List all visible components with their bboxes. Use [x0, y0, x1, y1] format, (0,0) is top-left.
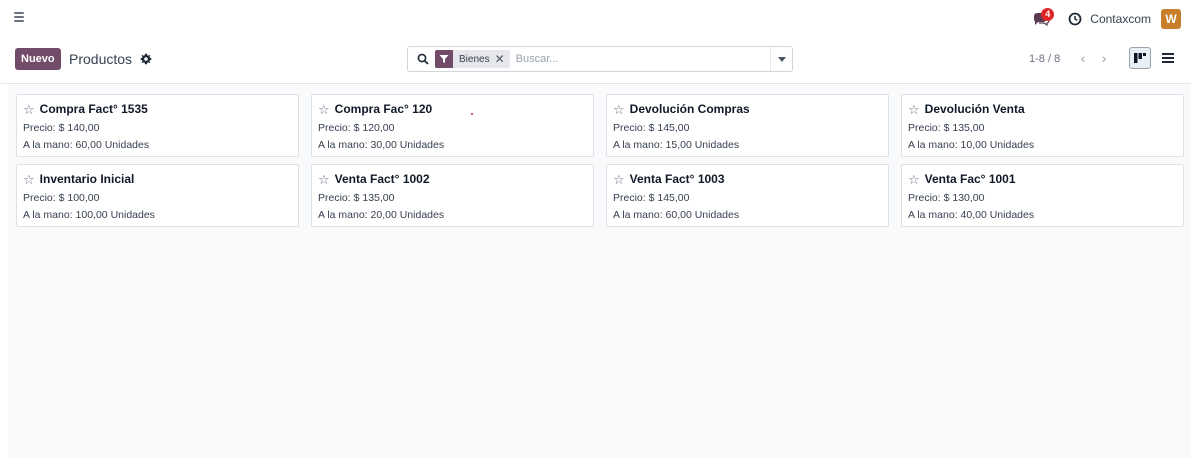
product-price: Precio: $ 100,00	[23, 192, 100, 204]
chevron-left-icon[interactable]: ‹	[1075, 49, 1091, 67]
control-panel: Nuevo Productos Bienes ✕ 1-8 / 8 ‹ ›	[0, 36, 1191, 84]
product-name: Devolución Compras	[629, 102, 750, 116]
search-input[interactable]	[515, 48, 770, 70]
product-qty-on-hand: A la mano: 60,00 Unidades	[23, 139, 150, 151]
breadcrumb: Productos	[69, 51, 133, 67]
company-switcher[interactable]: Contaxcom	[1090, 12, 1151, 26]
chevron-right-icon[interactable]: ›	[1096, 49, 1112, 67]
facet-label: Bienes	[459, 53, 490, 65]
product-qty-on-hand: A la mano: 10,00 Unidades	[908, 139, 1035, 151]
hamburger-icon[interactable]	[14, 12, 24, 22]
product-qty-on-hand: A la mano: 40,00 Unidades	[908, 209, 1035, 221]
search-options-toggle[interactable]	[770, 47, 792, 71]
chat-bubbles-icon[interactable]: 4	[1032, 8, 1055, 28]
filter-facet[interactable]: Bienes ✕	[435, 50, 510, 68]
product-qty-on-hand: A la mano: 100,00 Unidades	[23, 209, 155, 221]
search-icon	[417, 53, 429, 65]
caret-down-icon	[777, 56, 786, 62]
kanban-icon	[1134, 53, 1146, 63]
product-card[interactable]: ☆ Venta Fact° 1002 Precio: $ 135,00 A la …	[311, 164, 594, 227]
new-button[interactable]: Nuevo	[15, 48, 61, 70]
list-view-button[interactable]	[1157, 47, 1179, 69]
product-name: Inventario Inicial	[39, 172, 135, 186]
product-qty-on-hand: A la mano: 30,00 Unidades	[318, 139, 445, 151]
product-name: Compra Fac° 120	[334, 102, 433, 116]
filter-icon	[435, 50, 453, 68]
product-price: Precio: $ 145,00	[613, 122, 690, 134]
product-name: Venta Fac° 1001	[924, 172, 1016, 186]
kanban-view: ☆ Compra Fact° 1535 Precio: $ 140,00 A la…	[8, 85, 1191, 458]
product-name: Compra Fact° 1535	[39, 102, 148, 116]
product-card[interactable]: ☆ Compra Fac° 120 Precio: $ 120,00 A la m…	[311, 94, 594, 157]
product-price: Precio: $ 135,00	[318, 192, 395, 204]
product-name: Venta Fact° 1002	[334, 172, 430, 186]
search-bar[interactable]: Bienes ✕	[407, 46, 793, 72]
notification-badge: 4	[1041, 8, 1055, 21]
product-card[interactable]: ☆ Devolución Compras Precio: $ 145,00 A l…	[606, 94, 889, 157]
star-icon[interactable]: ☆	[318, 173, 330, 186]
list-icon	[1162, 53, 1174, 63]
product-price: Precio: $ 145,00	[613, 192, 690, 204]
star-icon[interactable]: ☆	[23, 103, 35, 116]
product-card[interactable]: ☆ Venta Fac° 1001 Precio: $ 130,00 A la m…	[901, 164, 1184, 227]
top-navbar: 4 Contaxcom W	[0, 0, 1191, 36]
star-icon[interactable]: ☆	[908, 173, 920, 186]
cursor-dot	[471, 113, 473, 115]
product-name: Venta Fact° 1003	[629, 172, 725, 186]
product-name: Devolución Venta	[924, 102, 1025, 116]
product-price: Precio: $ 120,00	[318, 122, 395, 134]
star-icon[interactable]: ☆	[908, 103, 920, 116]
product-qty-on-hand: A la mano: 60,00 Unidades	[613, 209, 740, 221]
star-icon[interactable]: ☆	[318, 103, 330, 116]
product-card[interactable]: ☆ Inventario Inicial Precio: $ 100,00 A l…	[16, 164, 299, 227]
navbar-systray: 4 Contaxcom W	[1032, 8, 1181, 30]
product-card[interactable]: ☆ Compra Fact° 1535 Precio: $ 140,00 A la…	[16, 94, 299, 157]
product-qty-on-hand: A la mano: 20,00 Unidades	[318, 209, 445, 221]
user-avatar[interactable]: W	[1161, 9, 1181, 29]
remove-facet-icon[interactable]: ✕	[495, 50, 510, 68]
product-price: Precio: $ 135,00	[908, 122, 985, 134]
product-price: Precio: $ 130,00	[908, 192, 985, 204]
kanban-view-button[interactable]	[1129, 47, 1151, 69]
product-card[interactable]: ☆ Devolución Venta Precio: $ 135,00 A la …	[901, 94, 1184, 157]
star-icon[interactable]: ☆	[23, 173, 35, 186]
product-qty-on-hand: A la mano: 15,00 Unidades	[613, 139, 740, 151]
pager-value[interactable]: 1-8 / 8	[1029, 53, 1060, 65]
product-price: Precio: $ 140,00	[23, 122, 100, 134]
gear-icon[interactable]	[140, 53, 152, 65]
clock-icon[interactable]	[1068, 12, 1082, 26]
star-icon[interactable]: ☆	[613, 103, 625, 116]
star-icon[interactable]: ☆	[613, 173, 625, 186]
product-card[interactable]: ☆ Venta Fact° 1003 Precio: $ 145,00 A la …	[606, 164, 889, 227]
